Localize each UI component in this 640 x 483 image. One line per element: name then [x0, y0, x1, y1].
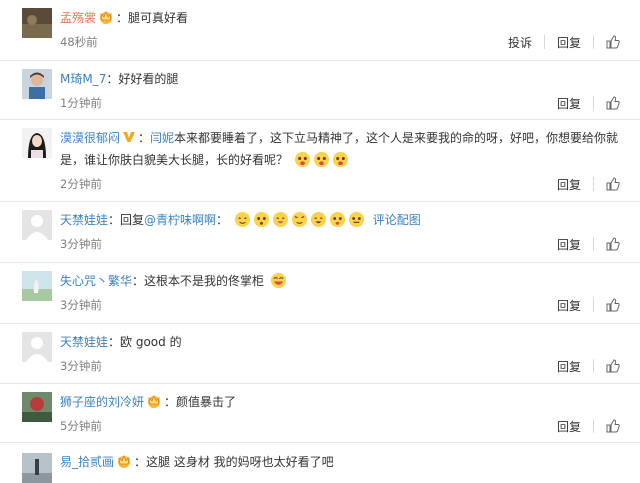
comment-text: ：颜值暴击了	[164, 395, 237, 409]
crown-badge-icon	[100, 10, 113, 24]
emoji-icon	[291, 211, 307, 228]
username[interactable]: 天禁娃娃	[60, 335, 108, 349]
comment-item: 失心咒丶繁华：这根本不是我的佟掌柜 3分钟前 回复	[0, 263, 640, 324]
reply-button[interactable]: 回复	[557, 418, 581, 435]
comment-text: ：这根本不是我的佟掌柜	[132, 274, 265, 288]
thumbs-up-icon[interactable]	[606, 96, 620, 110]
reply-button[interactable]: 回复	[557, 236, 581, 253]
username[interactable]: 孟殇裳	[60, 11, 96, 25]
emoji-icon	[234, 211, 250, 228]
comment-text: ：欧 good 的	[108, 335, 182, 349]
mention-link[interactable]: 闫妮	[150, 131, 174, 145]
reply-target-link[interactable]: @青柠味啊啊	[144, 213, 216, 227]
emoji-icon	[270, 272, 286, 289]
comment-text: ：腿可真好看	[116, 11, 189, 25]
thumbs-up-icon[interactable]	[606, 359, 620, 373]
avatar[interactable]	[22, 271, 52, 301]
username[interactable]: 天禁娃娃	[60, 213, 108, 227]
avatar[interactable]	[22, 210, 52, 240]
comment-item: 天禁娃娃：回复@青柠味啊啊： 评论配图 3分钟前 回复	[0, 202, 640, 263]
comment-list: 孟殇裳 ：腿可真好看 48秒前 投诉 回复 M琦M_7：好好看的腿 1分钟前 回…	[0, 0, 640, 483]
comment-text: 是，谁让你肤白貌美大长腿，长的好看呢？	[60, 153, 289, 167]
divider	[593, 359, 594, 373]
thumbs-up-icon[interactable]	[606, 177, 620, 191]
avatar[interactable]	[22, 69, 52, 99]
comment-item: 天禁娃娃：欧 good 的 3分钟前 回复	[0, 324, 640, 384]
comment-text: 本来都要睡着了，这下立马精神了，这个人是来要我的命的呀，好吧，你想要给你就	[174, 131, 619, 145]
emoji-icon	[313, 151, 329, 168]
username[interactable]: M琦M_7	[60, 72, 106, 86]
emoji-icon	[348, 211, 364, 228]
divider	[593, 237, 594, 251]
avatar[interactable]	[22, 332, 52, 362]
timestamp: 2分钟前	[60, 177, 102, 191]
thumbs-up-icon[interactable]	[606, 298, 620, 312]
thumbs-up-icon[interactable]	[606, 419, 620, 433]
comment-text: ：好好看的腿	[106, 72, 179, 86]
thumbs-up-icon[interactable]	[606, 35, 620, 49]
username[interactable]: 失心咒丶繁华	[60, 274, 132, 288]
avatar[interactable]	[22, 453, 52, 483]
comment-item: 易_拾贰画 ：这腿 这身材 我的妈呀也太好看了吧	[0, 443, 640, 483]
username[interactable]: 易_拾贰画	[60, 455, 114, 469]
timestamp: 48秒前	[60, 35, 98, 49]
divider	[593, 419, 594, 433]
reply-suffix: ：	[216, 213, 229, 227]
crown-badge-icon	[118, 454, 131, 468]
divider	[593, 35, 594, 49]
emoji-icon	[310, 211, 326, 228]
emoji-icon	[332, 151, 348, 168]
reply-button[interactable]: 回复	[557, 297, 581, 314]
divider	[543, 35, 545, 49]
comment-item: M琦M_7：好好看的腿 1分钟前 回复	[0, 61, 640, 120]
username[interactable]: 狮子座的刘冷妍	[60, 395, 144, 409]
divider	[593, 96, 594, 110]
emoji-icon	[294, 151, 310, 168]
timestamp: 3分钟前	[60, 237, 102, 251]
comment-text: ：这腿 这身材 我的妈呀也太好看了吧	[134, 455, 334, 469]
timestamp: 3分钟前	[60, 359, 102, 373]
emoji-icon	[253, 211, 269, 228]
username[interactable]: 漠漠很郁闷	[60, 131, 120, 145]
reply-button[interactable]: 回复	[557, 176, 581, 193]
comment-image-link[interactable]: 评论配图	[373, 213, 421, 227]
report-button[interactable]: 投诉	[508, 34, 532, 51]
thumbs-up-icon[interactable]	[606, 237, 620, 251]
emoji-icon	[329, 211, 345, 228]
reply-button[interactable]: 回复	[557, 95, 581, 112]
comment-item: 漠漠很郁闷 ：闫妮本来都要睡着了，这下立马精神了，这个人是来要我的命的呀，好吧，你…	[0, 120, 640, 202]
timestamp: 5分钟前	[60, 419, 102, 433]
emoji-icon	[272, 211, 288, 228]
reply-button[interactable]: 回复	[557, 358, 581, 375]
comment-item: 孟殇裳 ：腿可真好看 48秒前 投诉 回复	[0, 0, 640, 61]
divider	[593, 177, 594, 191]
divider	[593, 298, 594, 312]
avatar[interactable]	[22, 8, 52, 38]
crown-badge-icon	[148, 394, 161, 408]
avatar[interactable]	[22, 128, 52, 158]
v-verified-icon	[123, 132, 136, 142]
reply-button[interactable]: 回复	[557, 34, 581, 51]
timestamp: 3分钟前	[60, 298, 102, 312]
comment-item: 狮子座的刘冷妍 ：颜值暴击了 5分钟前 回复	[0, 384, 640, 443]
timestamp: 1分钟前	[60, 96, 102, 110]
reply-prefix: ：回复	[108, 213, 145, 227]
avatar[interactable]	[22, 392, 52, 422]
